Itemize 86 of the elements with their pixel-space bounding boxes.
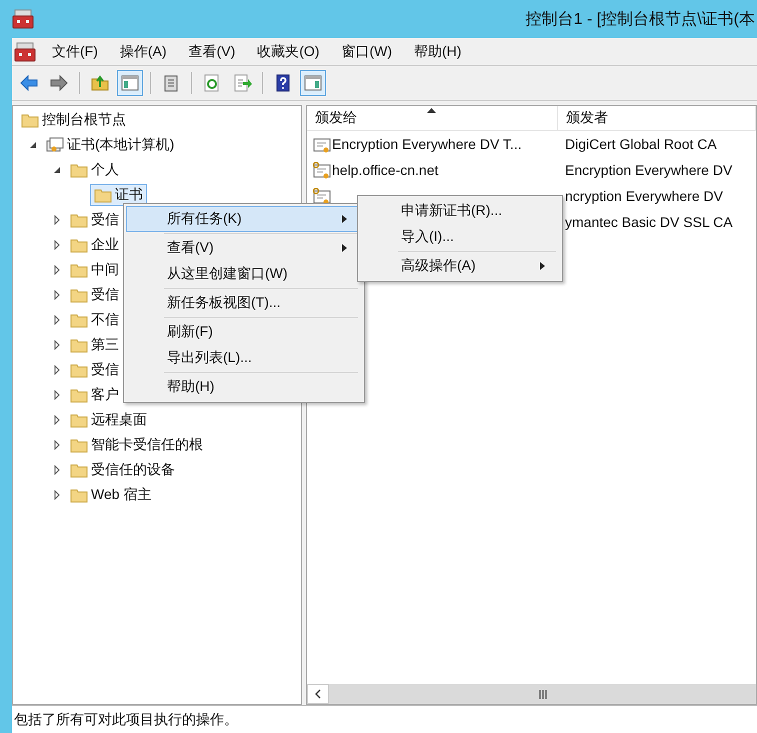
menu-item[interactable]: 帮助(H) xyxy=(126,374,362,400)
tree-item[interactable]: 控制台根节点 xyxy=(17,108,130,130)
folder-icon xyxy=(70,312,88,328)
export-icon xyxy=(232,73,252,93)
folder-icon xyxy=(70,162,88,178)
menu-item[interactable]: 新任务板视图(T)... xyxy=(126,290,362,316)
folder-icon xyxy=(70,436,88,452)
tree-item[interactable]: 第三 xyxy=(66,334,123,356)
collapse-icon[interactable] xyxy=(52,164,62,174)
folder-icon xyxy=(70,486,88,502)
status-text: 包括了所有可对此项目执行的操作。 xyxy=(14,710,238,728)
folder-icon xyxy=(70,262,88,278)
table-cell: help.office-cn.net xyxy=(332,162,438,178)
table-cell: DigiCert Global Root CA xyxy=(565,136,717,152)
expand-icon[interactable] xyxy=(52,314,62,324)
folder-icon xyxy=(94,186,112,202)
tree-item[interactable]: 中间 xyxy=(66,258,123,280)
tree-item[interactable]: 智能卡受信任的根 xyxy=(66,434,207,456)
menu-item[interactable]: 窗口(W) xyxy=(333,40,400,62)
scrollbar-thumb[interactable] xyxy=(329,684,756,704)
pane-toggle-icon xyxy=(303,73,323,93)
expand-icon[interactable] xyxy=(52,464,62,474)
folder-icon xyxy=(70,286,88,302)
table-cell: Encryption Everywhere DV xyxy=(565,162,732,178)
expand-icon[interactable] xyxy=(52,440,62,450)
menu-item[interactable]: 刷新(F) xyxy=(126,319,362,345)
folder-icon xyxy=(70,236,88,252)
expand-icon[interactable] xyxy=(52,214,62,224)
toolbox-icon xyxy=(12,9,34,29)
sort-icon xyxy=(427,108,436,113)
tree-item[interactable]: 客户 xyxy=(66,384,123,406)
scroll-left-button[interactable] xyxy=(307,684,329,704)
tree-item[interactable]: 企业 xyxy=(66,234,123,256)
menu-item[interactable]: 帮助(H) xyxy=(406,40,470,62)
tree-item[interactable]: 个人 xyxy=(66,158,123,180)
menu-item[interactable]: 收藏夹(O) xyxy=(249,40,328,62)
expand-icon[interactable] xyxy=(52,264,62,274)
menu-item[interactable]: 高级操作(A) xyxy=(360,253,560,279)
tree-item[interactable]: 证书 xyxy=(90,184,147,206)
expand-icon[interactable] xyxy=(52,390,62,400)
key-certificate-icon xyxy=(313,162,331,178)
folder-icon xyxy=(70,212,88,228)
tree-item[interactable]: 不信 xyxy=(66,308,123,330)
folder-icon xyxy=(70,462,88,478)
chevron-left-icon xyxy=(314,689,322,699)
folder-icon xyxy=(70,386,88,402)
tree-item[interactable]: Web 宿主 xyxy=(66,484,156,506)
folder-icon xyxy=(70,412,88,428)
collapse-icon[interactable] xyxy=(28,140,38,150)
column-header[interactable]: 颁发者 xyxy=(558,106,756,130)
toolbox-icon[interactable] xyxy=(14,42,36,62)
menu-item[interactable]: 查看(V) xyxy=(180,40,244,62)
tree-item[interactable]: 受信 xyxy=(66,358,123,380)
table-cell: ncryption Everywhere DV xyxy=(565,188,723,204)
table-cell: ymantec Basic DV SSL CA xyxy=(565,214,733,230)
up-icon xyxy=(90,73,110,93)
folder-icon xyxy=(21,112,39,128)
certificate-icon xyxy=(46,136,64,152)
toolbar-button[interactable] xyxy=(117,70,143,96)
menu-item[interactable]: 导出列表(L)... xyxy=(126,345,362,371)
folder-icon xyxy=(70,362,88,378)
toolbar-button[interactable] xyxy=(300,70,326,96)
expand-icon[interactable] xyxy=(52,240,62,250)
back-icon xyxy=(19,73,39,93)
expand-icon[interactable] xyxy=(52,490,62,500)
tree-item[interactable]: 受信任的设备 xyxy=(66,458,179,480)
certificate-icon xyxy=(313,136,331,152)
window-title: 控制台1 - [控制台根节点\证书(本 xyxy=(526,10,756,30)
tree-toggle-icon xyxy=(120,73,140,93)
menu-item[interactable]: 操作(A) xyxy=(112,40,175,62)
expand-icon[interactable] xyxy=(52,340,62,350)
folder-icon xyxy=(70,336,88,352)
tree-item[interactable]: 受信 xyxy=(66,208,123,230)
tree-item[interactable]: 受信 xyxy=(66,284,123,306)
menu-item[interactable]: 文件(F) xyxy=(44,40,106,62)
column-header[interactable]: 颁发给 xyxy=(307,106,558,130)
menu-item[interactable]: 导入(I)... xyxy=(360,224,560,250)
tree-item[interactable]: 远程桌面 xyxy=(66,408,151,430)
tree-item[interactable]: 证书(本地计算机) xyxy=(42,134,178,156)
expand-icon[interactable] xyxy=(52,414,62,424)
menu-item[interactable]: 申请新证书(R)... xyxy=(360,198,560,224)
expand-icon[interactable] xyxy=(52,364,62,374)
table-cell: Encryption Everywhere DV T... xyxy=(332,136,522,152)
forward-icon xyxy=(49,73,69,93)
grip-icon xyxy=(538,690,548,698)
expand-icon[interactable] xyxy=(52,290,62,300)
